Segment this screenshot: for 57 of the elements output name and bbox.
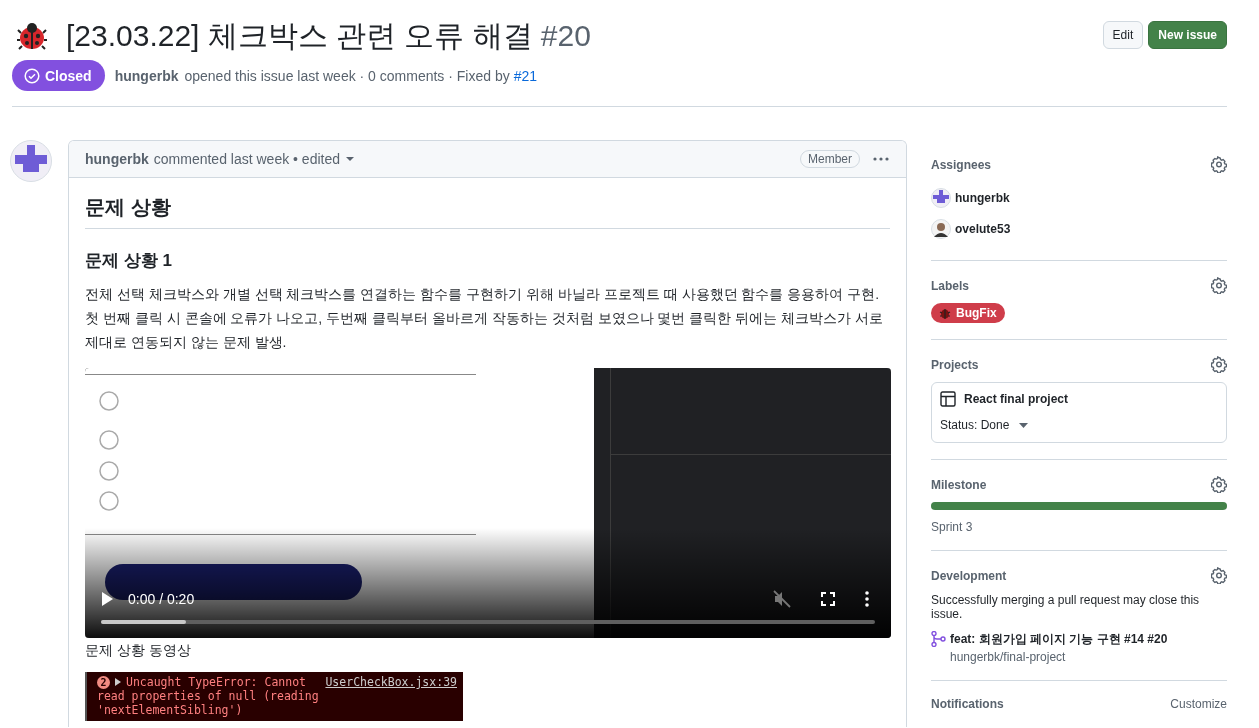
section-title: Assignees bbox=[931, 157, 992, 172]
error-message: 'nextElementSibling') bbox=[97, 703, 244, 717]
issue-meta: opened this issue last week · 0 comments · Fixed by bbox=[184, 67, 510, 84]
state-badge: Closed bbox=[12, 60, 105, 91]
video-caption: 문제 상황 동영상 bbox=[85, 642, 192, 660]
video-time: 0:00 / 0:20 bbox=[128, 591, 195, 607]
section-title: Milestone bbox=[931, 477, 987, 492]
progress-track[interactable] bbox=[101, 620, 875, 624]
milestone-link[interactable]: Sprint 3 bbox=[931, 520, 1227, 534]
settings-icon[interactable] bbox=[1211, 277, 1227, 294]
issue-number: #20 bbox=[540, 18, 591, 54]
ladybug-icon bbox=[16, 20, 48, 52]
muted-speaker-icon[interactable] bbox=[773, 590, 791, 608]
caret-icon[interactable] bbox=[345, 156, 355, 162]
comment-meta: commented last week • edited bbox=[153, 151, 340, 167]
section-title: Development bbox=[931, 568, 1007, 583]
settings-icon[interactable] bbox=[1211, 356, 1227, 373]
issue-title: [23.03.22] 체크박스 관련 오류 해결 bbox=[66, 18, 533, 54]
development-note: Successfully merging a pull request may close this issue. bbox=[931, 593, 1201, 621]
edit-button[interactable]: Edit bbox=[1102, 21, 1144, 49]
project-link[interactable]: React final project bbox=[964, 392, 1069, 406]
fullscreen-icon[interactable] bbox=[821, 592, 835, 606]
pull-request-link[interactable]: #21 bbox=[513, 67, 538, 84]
pull-request-link[interactable]: feat: 회원가입 페이지 기능 구현 #14 #20 bbox=[950, 631, 1168, 648]
check-circle-icon bbox=[24, 67, 40, 84]
error-message: Uncaught TypeError: Cannot bbox=[126, 675, 306, 689]
settings-icon[interactable] bbox=[1211, 156, 1227, 173]
caret-icon bbox=[1019, 422, 1029, 428]
more-options-icon[interactable] bbox=[865, 591, 869, 607]
section-title: Projects bbox=[931, 357, 979, 372]
subsection-heading: 문제 상황 1 bbox=[85, 250, 173, 272]
merged-pull-request-icon bbox=[931, 631, 946, 647]
assignee-link[interactable]: ovelute53 bbox=[955, 221, 1011, 236]
customize-link[interactable]: Customize bbox=[1170, 697, 1227, 711]
bug-icon bbox=[939, 306, 951, 320]
status-dropdown[interactable]: Status: Done bbox=[940, 418, 1029, 432]
settings-icon[interactable] bbox=[1211, 567, 1227, 584]
avatar-icon[interactable] bbox=[931, 187, 951, 208]
body-paragraph: 전체 선택 체크박스와 개별 선택 체크박스를 연결하는 함수를 구현하기 위해 바닐라 프로젝트 때 사용했던 함수를 응용하여 구현. 첫 번째 클릭 시 콘솔에 오류가 나오고, 두번째 클릭부터 올바르게 작동하는 것처럼 보였으나 몇번 클릭한 뒤에는 체크박스가 서로 제대로 연동되지 않는 문제 발생. bbox=[85, 285, 884, 352]
assignee-link[interactable]: hungerbk bbox=[955, 190, 1010, 205]
play-icon[interactable] bbox=[101, 591, 114, 607]
section-heading: 문제 상황 bbox=[85, 194, 890, 229]
error-count: 2 bbox=[97, 675, 110, 689]
avatar-icon bbox=[10, 140, 52, 182]
author-link[interactable]: hungerbk bbox=[114, 67, 179, 84]
author-link[interactable]: hungerbk bbox=[85, 151, 149, 167]
label-tag[interactable]: BugFix bbox=[931, 303, 1005, 323]
repository-link[interactable]: hungerbk/final-project bbox=[950, 650, 1168, 664]
expand-triangle-icon[interactable] bbox=[115, 678, 121, 686]
new-issue-button[interactable]: New issue bbox=[1148, 21, 1227, 49]
section-title: Labels bbox=[931, 278, 969, 293]
table-icon bbox=[940, 391, 956, 407]
settings-icon[interactable] bbox=[1211, 476, 1227, 493]
section-title: Notifications bbox=[931, 697, 1004, 711]
error-message: read properties of null (reading bbox=[97, 689, 320, 703]
source-link[interactable]: UserCheckBox.jsx:39 bbox=[325, 675, 457, 689]
person-avatar-icon[interactable] bbox=[931, 218, 951, 239]
